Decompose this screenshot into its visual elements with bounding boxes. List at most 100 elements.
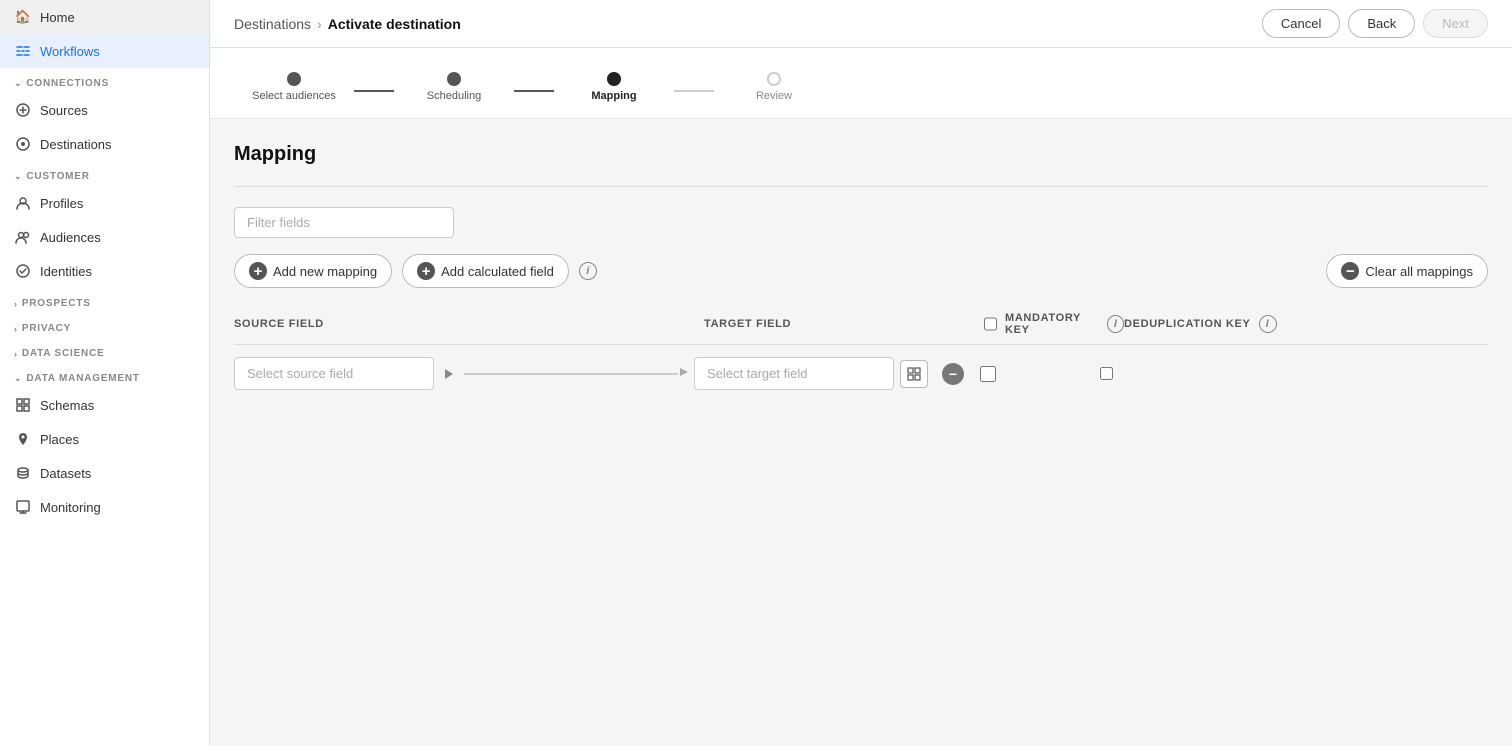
sidebar-item-profiles-label: Profiles [40, 196, 83, 211]
add-mapping-plus-icon: + [249, 262, 267, 280]
prospects-chevron [14, 299, 18, 309]
filter-input[interactable] [234, 207, 454, 238]
step-select-audiences: Select audiences [234, 72, 354, 102]
customer-chevron [14, 171, 22, 182]
mandatory-key-checkbox[interactable] [980, 366, 996, 382]
breadcrumb-separator: › [317, 16, 322, 32]
add-calc-plus-icon: + [417, 262, 435, 280]
places-icon [14, 430, 32, 448]
sources-icon [14, 101, 32, 119]
source-field-input[interactable]: Select source field [234, 357, 434, 390]
back-button[interactable]: Back [1348, 9, 1415, 38]
sidebar-item-identities-label: Identities [40, 264, 92, 279]
data-management-chevron [14, 373, 22, 384]
step-label-4: Review [756, 90, 792, 102]
breadcrumb-parent[interactable]: Destinations [234, 16, 311, 32]
field-arrow-area [434, 363, 694, 385]
title-divider [234, 186, 1488, 187]
section-data-science[interactable]: DATA SCIENCE [0, 338, 209, 363]
section-privacy[interactable]: PRIVACY [0, 313, 209, 338]
schemas-icon [14, 396, 32, 414]
step-dot-3 [607, 72, 621, 86]
filter-row [234, 207, 1488, 238]
sidebar-item-audiences[interactable]: Audiences [0, 220, 209, 254]
add-new-mapping-button[interactable]: + Add new mapping [234, 254, 392, 288]
deduplication-key-info-icon[interactable]: i [1259, 315, 1277, 333]
remove-mapping-button[interactable]: − [942, 363, 964, 385]
step-label-2: Scheduling [427, 90, 481, 102]
sidebar-item-audiences-label: Audiences [40, 230, 101, 245]
connector-3 [674, 90, 714, 92]
connector-1 [354, 90, 394, 92]
step-label-3: Mapping [591, 90, 636, 102]
identities-icon [14, 262, 32, 280]
sidebar-item-datasets[interactable]: Datasets [0, 456, 209, 490]
source-field-header: SOURCE FIELD [234, 312, 704, 336]
topbar-actions: Cancel Back Next [1262, 9, 1488, 38]
sidebar-item-sources[interactable]: Sources [0, 93, 209, 127]
section-prospects[interactable]: PROSPECTS [0, 288, 209, 313]
sidebar-item-home[interactable]: 🏠 Home [0, 0, 209, 34]
mandatory-key-select-all[interactable] [984, 317, 997, 331]
cancel-button[interactable]: Cancel [1262, 9, 1340, 38]
action-row: + Add new mapping + Add calculated field… [234, 254, 1488, 288]
steps-row: Select audiences Scheduling Mapping Revi… [234, 60, 834, 118]
monitoring-icon [14, 498, 32, 516]
datasets-icon [14, 464, 32, 482]
sidebar-item-places-label: Places [40, 432, 79, 447]
target-field-input[interactable]: Select target field [694, 357, 894, 390]
mandatory-key-info-icon[interactable]: i [1107, 315, 1124, 333]
step-label-1: Select audiences [252, 90, 336, 102]
mandatory-key-cell [972, 366, 1092, 382]
data-science-chevron [14, 349, 18, 359]
mapping-row: Select source field Select target field [234, 349, 1488, 398]
arrow-right-icon [678, 366, 690, 381]
sidebar-item-workflows-label: Workflows [40, 44, 100, 59]
sidebar-item-destinations-label: Destinations [40, 137, 112, 152]
privacy-chevron [14, 324, 18, 334]
deduplication-key-header: DEDUPLICATION KEY i [1124, 312, 1284, 336]
target-field-header: TARGET FIELD [704, 312, 984, 336]
section-customer[interactable]: CUSTOMER [0, 161, 209, 186]
connector-line [464, 373, 678, 375]
add-new-mapping-label: Add new mapping [273, 264, 377, 279]
home-icon: 🏠 [14, 8, 32, 26]
sidebar-item-home-label: Home [40, 10, 75, 25]
page-title: Mapping [234, 143, 1488, 166]
breadcrumb-current: Activate destination [328, 16, 461, 32]
map-field-button[interactable] [900, 360, 928, 388]
sidebar-item-destinations[interactable]: Destinations [0, 127, 209, 161]
sidebar-item-identities[interactable]: Identities [0, 254, 209, 288]
clear-all-mappings-button[interactable]: − Clear all mappings [1326, 254, 1488, 288]
topbar: Destinations › Activate destination Canc… [210, 0, 1512, 48]
source-arrow-icon [438, 363, 460, 385]
sidebar-item-places[interactable]: Places [0, 422, 209, 456]
destinations-icon [14, 135, 32, 153]
sidebar-item-datasets-label: Datasets [40, 466, 91, 481]
clear-minus-icon: − [1341, 262, 1359, 280]
mapping-table-header: SOURCE FIELD TARGET FIELD MANDATORY KEY … [234, 312, 1488, 345]
section-data-management[interactable]: DATA MANAGEMENT [0, 363, 209, 388]
sidebar-item-workflows[interactable]: Workflows [0, 34, 209, 68]
deduplication-key-checkbox[interactable] [1100, 367, 1113, 380]
step-scheduling: Scheduling [394, 72, 514, 102]
workflows-icon [14, 42, 32, 60]
connector-2 [514, 90, 554, 92]
section-connections[interactable]: CONNECTIONS [0, 68, 209, 93]
sidebar-item-monitoring[interactable]: Monitoring [0, 490, 209, 524]
step-dot-4 [767, 72, 781, 86]
audiences-icon [14, 228, 32, 246]
sidebar-item-profiles[interactable]: Profiles [0, 186, 209, 220]
sidebar-item-monitoring-label: Monitoring [40, 500, 101, 515]
connections-chevron [14, 78, 22, 89]
calculated-field-info-icon[interactable]: i [579, 262, 597, 280]
add-calculated-field-label: Add calculated field [441, 264, 554, 279]
next-button[interactable]: Next [1423, 9, 1488, 38]
clear-all-mappings-label: Clear all mappings [1365, 264, 1473, 279]
deduplication-key-cell [1092, 367, 1212, 380]
steps-bar: Select audiences Scheduling Mapping Revi… [210, 48, 1512, 119]
sidebar-item-schemas[interactable]: Schemas [0, 388, 209, 422]
main-content: Destinations › Activate destination Canc… [210, 0, 1512, 746]
mandatory-key-header: MANDATORY KEY i [984, 312, 1124, 336]
add-calculated-field-button[interactable]: + Add calculated field [402, 254, 569, 288]
